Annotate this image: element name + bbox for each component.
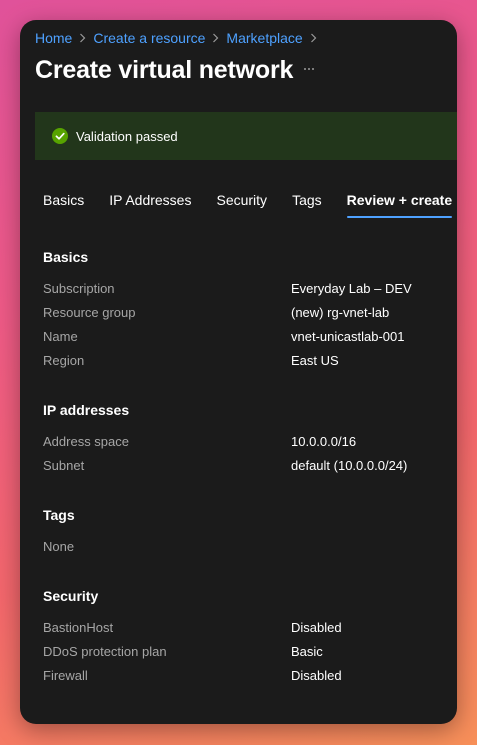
tab-ip-addresses[interactable]: IP Addresses (109, 186, 191, 216)
tab-tags[interactable]: Tags (292, 186, 322, 216)
summary-row: Subscription Everyday Lab – DEV (43, 277, 443, 301)
summary-row: Subnet default (10.0.0.0/24) (43, 454, 443, 478)
address-space-value: 10.0.0.0/16 (291, 434, 357, 449)
section-heading: Basics (43, 249, 89, 265)
summary-row: BastionHost Disabled (43, 616, 443, 640)
more-options-icon[interactable] (301, 62, 317, 76)
subnet-label: Subnet (43, 458, 85, 473)
name-value: vnet-unicastlab-001 (291, 329, 405, 344)
resource-group-value: (new) rg-vnet-lab (291, 305, 390, 320)
summary-row: Region East US (43, 349, 443, 373)
validation-status-text: Validation passed (76, 128, 178, 144)
region-value: East US (291, 353, 339, 368)
review-summary: Basics Subscription Everyday Lab – DEV R… (43, 248, 443, 716)
tab-basics[interactable]: Basics (43, 186, 84, 216)
summary-row: Resource group (new) rg-vnet-lab (43, 301, 443, 325)
section-heading: Security (43, 588, 99, 604)
tags-section: Tags None (43, 506, 443, 559)
name-label: Name (43, 329, 78, 344)
chevron-right-icon (79, 33, 86, 43)
basics-section: Basics Subscription Everyday Lab – DEV R… (43, 248, 443, 373)
portal-window: Home Create a resource Marketplace Creat… (20, 20, 457, 724)
chevron-right-icon (212, 33, 219, 43)
firewall-value: Disabled (291, 668, 342, 683)
subscription-value: Everyday Lab – DEV (291, 281, 412, 296)
breadcrumb-create-resource[interactable]: Create a resource (93, 30, 205, 46)
tab-security[interactable]: Security (216, 186, 267, 216)
subscription-label: Subscription (43, 281, 115, 296)
summary-row: Address space 10.0.0.0/16 (43, 430, 443, 454)
section-heading: Tags (43, 507, 75, 523)
breadcrumb-home[interactable]: Home (35, 30, 72, 46)
page-title: Create virtual network (35, 56, 294, 84)
subnet-value: default (10.0.0.0/24) (291, 458, 408, 473)
ip-addresses-section: IP addresses Address space 10.0.0.0/16 S… (43, 401, 443, 478)
breadcrumb-marketplace[interactable]: Marketplace (226, 30, 302, 46)
ddos-plan-value: Basic (291, 644, 323, 659)
validation-banner: Validation passed (35, 112, 457, 160)
wizard-tabs: Basics IP Addresses Security Tags Review… (43, 186, 453, 218)
address-space-label: Address space (43, 434, 129, 449)
tags-none-text: None (43, 539, 75, 554)
bastion-host-value: Disabled (291, 620, 342, 635)
summary-row: Firewall Disabled (43, 664, 443, 688)
tab-review-create[interactable]: Review + create (346, 186, 453, 218)
summary-row: DDoS protection plan Basic (43, 640, 443, 664)
firewall-label: Firewall (43, 668, 88, 683)
summary-row: Name vnet-unicastlab-001 (43, 325, 443, 349)
section-heading: IP addresses (43, 402, 130, 418)
region-label: Region (43, 353, 85, 368)
resource-group-label: Resource group (43, 305, 136, 320)
check-circle-icon (52, 128, 68, 144)
security-section: Security BastionHost Disabled DDoS prote… (43, 587, 443, 688)
chevron-right-icon (310, 33, 317, 43)
ddos-plan-label: DDoS protection plan (43, 644, 167, 659)
bastion-host-label: BastionHost (43, 620, 114, 635)
breadcrumb: Home Create a resource Marketplace (35, 29, 324, 47)
